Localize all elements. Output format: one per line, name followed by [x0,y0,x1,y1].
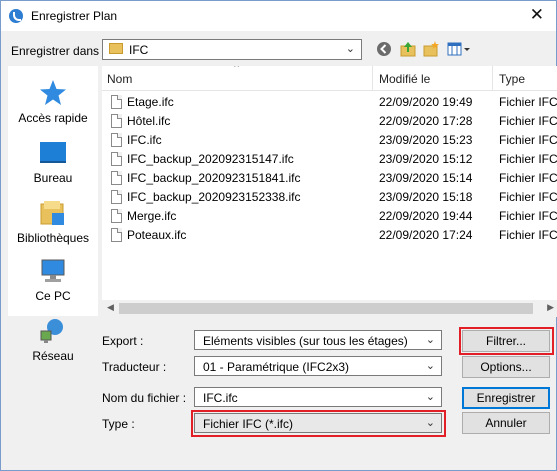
view-menu-icon[interactable] [447,41,471,57]
place-label: Bibliothèques [16,231,90,245]
archicad-app-icon [9,9,23,23]
file-icon [111,95,122,109]
file-name: Etage.ifc [127,95,174,109]
file-row[interactable]: IFC_backup_2020923152338.ifc 23/09/2020 … [102,188,557,207]
scroll-left-icon[interactable]: ◀ [107,302,114,313]
file-type: Fichier IFC [499,190,557,204]
file-row[interactable]: Poteaux.ifc 22/09/2020 17:24 Fichier IFC [102,226,557,245]
title-bar: Enregistrer Plan ✕ [1,1,556,31]
file-row[interactable]: IFC.ifc 23/09/2020 15:23 Fichier IFC [102,131,557,150]
place-label: Ce PC [35,289,71,303]
file-row[interactable]: Merge.ifc 22/09/2020 19:44 Fichier IFC [102,207,557,226]
file-modified: 22/09/2020 17:24 [379,228,473,242]
desktop-icon [40,142,66,163]
file-icon [111,114,122,128]
libraries-icon [40,201,64,225]
translator-value: 01 - Paramétrique (IFC2x3) [203,360,350,374]
file-name: IFC.ifc [127,133,162,147]
scrollbar-thumb[interactable] [119,303,533,314]
translator-dropdown[interactable]: 01 - Paramétrique (IFC2x3) ⌄ [194,356,442,376]
save-in-label: Enregistrer dans : [11,44,106,58]
file-list-header: ⌃ Nom Modifié le Type [102,66,557,91]
type-label: Type : [102,417,135,431]
export-value: Eléments visibles (sur tous les étages) [203,334,408,348]
filter-highlight-box [459,327,554,355]
chevron-down-icon: ⌄ [345,43,355,55]
place-label: Réseau [32,349,74,363]
dialog-title: Enregistrer Plan [31,9,118,23]
places-bar: Accès rapide Bureau Bibliothèques Ce PC … [8,66,98,363]
new-folder-icon[interactable] [423,41,439,57]
file-icon [111,133,122,147]
file-icon [111,190,122,204]
place-desktop[interactable]: Bureau [8,138,98,185]
file-modified: 23/09/2020 15:23 [379,133,473,147]
folder-icon [109,43,123,54]
file-icon [111,152,122,166]
place-libraries[interactable]: Bibliothèques [8,198,98,245]
chevron-down-icon: ⌄ [425,391,435,403]
file-row[interactable]: IFC_backup_2020923151841.ifc 23/09/2020 … [102,169,557,188]
export-label: Export : [102,334,144,348]
place-label: Accès rapide [18,111,88,125]
filename-label: Nom du fichier : [102,391,187,405]
file-row[interactable]: Hôtel.ifc 22/09/2020 17:28 Fichier IFC [102,112,557,131]
translator-label: Traducteur : [102,360,167,374]
file-type: Fichier IFC [499,209,557,223]
file-modified: 22/09/2020 19:44 [379,209,473,223]
quick-access-star-icon [40,80,66,105]
file-icon [111,228,122,242]
file-name: Hôtel.ifc [127,114,171,128]
file-modified: 23/09/2020 15:18 [379,190,473,204]
chevron-down-icon: ⌄ [425,334,435,346]
location-value: IFC [129,43,149,57]
file-type: Fichier IFC [499,114,557,128]
file-type: Fichier IFC [499,95,557,109]
this-pc-icon [41,259,65,282]
save-button[interactable]: Enregistrer [462,387,550,409]
place-label: Bureau [33,171,73,185]
location-dropdown[interactable]: IFC ⌄ [102,39,362,60]
up-folder-icon[interactable] [400,41,416,57]
horizontal-scrollbar[interactable]: ◀ ▶ [102,300,557,317]
column-header-modified[interactable]: Modifié le [379,72,430,86]
file-modified: 22/09/2020 19:49 [379,95,473,109]
scroll-right-icon[interactable]: ▶ [547,302,554,313]
type-highlight-box [191,410,446,437]
save-plan-dialog: Enregistrer Plan ✕ Enregistrer dans : IF… [0,0,557,471]
file-list[interactable]: ⌃ Nom Modifié le Type Etage.ifc 22/09/20… [102,66,557,316]
export-dropdown[interactable]: Eléments visibles (sur tous les étages) … [194,330,442,350]
cancel-button[interactable]: Annuler [462,412,550,434]
file-type: Fichier IFC [499,171,557,185]
file-type: Fichier IFC [499,152,557,166]
file-icon [111,171,122,185]
place-this-pc[interactable]: Ce PC [8,256,98,303]
file-row[interactable]: IFC_backup_202092315147.ifc 23/09/2020 1… [102,150,557,169]
file-type: Fichier IFC [499,133,557,147]
close-icon[interactable]: ✕ [530,5,544,25]
place-quick-access[interactable]: Accès rapide [8,78,98,125]
file-name: IFC_backup_2020923152338.ifc [127,190,301,204]
column-header-name[interactable]: Nom [107,72,132,86]
file-name: IFC_backup_202092315147.ifc [127,152,294,166]
sort-ascending-icon: ⌃ [232,66,242,75]
back-icon[interactable] [376,41,392,57]
chevron-down-icon: ⌄ [425,360,435,372]
file-modified: 23/09/2020 15:12 [379,152,473,166]
network-icon [40,319,63,343]
file-name: Poteaux.ifc [127,228,187,242]
place-network[interactable]: Réseau [8,316,98,363]
column-header-type[interactable]: Type [499,72,525,86]
file-icon [111,209,122,223]
options-button[interactable]: Options... [462,356,550,378]
file-type: Fichier IFC [499,228,557,242]
file-modified: 22/09/2020 17:28 [379,114,473,128]
filename-value: IFC.ifc [203,391,238,405]
file-name: Merge.ifc [127,209,177,223]
filename-field[interactable]: IFC.ifc ⌄ [194,387,442,407]
file-name: IFC_backup_2020923151841.ifc [127,171,301,185]
file-modified: 23/09/2020 15:14 [379,171,473,185]
file-row[interactable]: Etage.ifc 22/09/2020 19:49 Fichier IFC [102,93,557,112]
